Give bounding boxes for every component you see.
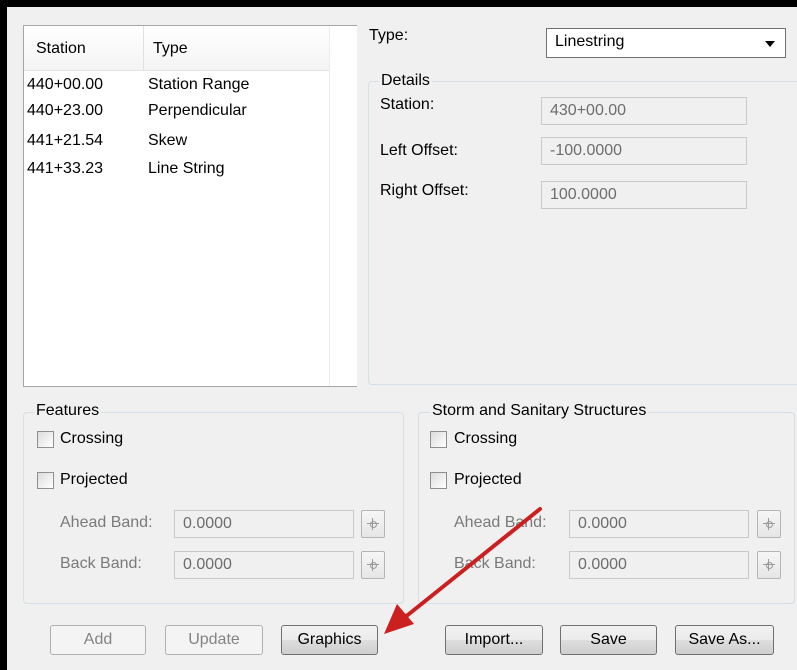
crosshair-icon <box>763 559 775 571</box>
features-projected-label[interactable]: Projected <box>60 471 128 489</box>
structures-projected-checkbox[interactable] <box>430 472 447 489</box>
structures-projected-label[interactable]: Projected <box>454 471 522 489</box>
left-offset-field[interactable]: -100.0000 <box>541 137 747 165</box>
structures-back-band-field[interactable]: 0.0000 <box>569 551 749 579</box>
list-item-station: 441+33.23 <box>27 160 104 177</box>
type-select-value: Linestring <box>555 33 625 50</box>
features-ahead-band-label: Ahead Band: <box>60 514 153 531</box>
list-item[interactable]: 441+21.54 Skew <box>24 132 324 156</box>
graphics-button[interactable]: Graphics <box>281 625 378 655</box>
features-back-band-label: Back Band: <box>60 555 142 572</box>
import-button[interactable]: Import... <box>445 625 543 655</box>
crosshair-icon <box>367 559 379 571</box>
features-crossing-label[interactable]: Crossing <box>60 430 123 448</box>
features-projected-checkbox[interactable] <box>37 472 54 489</box>
structures-crossing-checkbox[interactable] <box>430 431 447 448</box>
annotation-arrow-head <box>384 604 414 634</box>
features-back-band-pick-button[interactable] <box>361 551 385 579</box>
list-item-type: Station Range <box>148 76 250 93</box>
chevron-down-icon <box>765 41 775 47</box>
structures-title: Storm and Sanitary Structures <box>430 402 649 420</box>
column-header-station[interactable]: Station <box>36 40 86 58</box>
crosshair-icon <box>763 518 775 530</box>
details-group <box>368 81 797 385</box>
left-border <box>0 0 7 670</box>
structures-back-band-label: Back Band: <box>454 555 536 572</box>
features-ahead-band-field[interactable]: 0.0000 <box>174 510 354 538</box>
station-field[interactable]: 430+00.00 <box>541 97 747 125</box>
update-button[interactable]: Update <box>165 625 263 655</box>
list-item-station: 440+00.00 <box>27 76 104 93</box>
features-ahead-band-pick-button[interactable] <box>361 510 385 538</box>
features-title: Features <box>34 402 102 420</box>
column-header-type[interactable]: Type <box>153 40 188 58</box>
details-title: Details <box>379 72 432 90</box>
list-item[interactable]: 441+33.23 Line String <box>24 160 324 184</box>
column-divider <box>143 26 144 70</box>
list-item-type: Line String <box>148 160 225 177</box>
list-scrollbar-area[interactable] <box>329 26 357 386</box>
structures-back-band-pick-button[interactable] <box>757 551 781 579</box>
features-back-band-field[interactable]: 0.0000 <box>174 551 354 579</box>
station-list[interactable]: Station Type 440+00.00 Station Range 440… <box>23 25 357 387</box>
left-offset-label: Left Offset: <box>380 142 458 159</box>
features-crossing-checkbox[interactable] <box>37 431 54 448</box>
list-item[interactable]: 440+00.00 Station Range <box>24 76 324 100</box>
list-item-station: 440+23.00 <box>27 102 104 119</box>
structures-ahead-band-field[interactable]: 0.0000 <box>569 510 749 538</box>
station-label: Station: <box>380 96 435 113</box>
structures-ahead-band-label: Ahead Band: <box>454 514 547 531</box>
save-as-button[interactable]: Save As... <box>675 625 774 655</box>
list-header: Station Type <box>24 26 329 71</box>
list-item[interactable]: 440+23.00 Perpendicular <box>24 102 324 126</box>
structures-ahead-band-pick-button[interactable] <box>757 510 781 538</box>
list-item-station: 441+21.54 <box>27 132 104 149</box>
top-border <box>0 0 797 7</box>
crosshair-icon <box>367 518 379 530</box>
save-button[interactable]: Save <box>560 625 657 655</box>
type-select[interactable]: Linestring <box>546 28 786 58</box>
type-label: Type: <box>369 27 409 44</box>
list-item-type: Skew <box>148 132 188 149</box>
right-offset-field[interactable]: 100.0000 <box>541 181 747 209</box>
right-offset-label: Right Offset: <box>380 182 469 199</box>
list-item-type: Perpendicular <box>148 102 247 119</box>
structures-crossing-label[interactable]: Crossing <box>454 430 517 448</box>
add-button[interactable]: Add <box>50 625 146 655</box>
